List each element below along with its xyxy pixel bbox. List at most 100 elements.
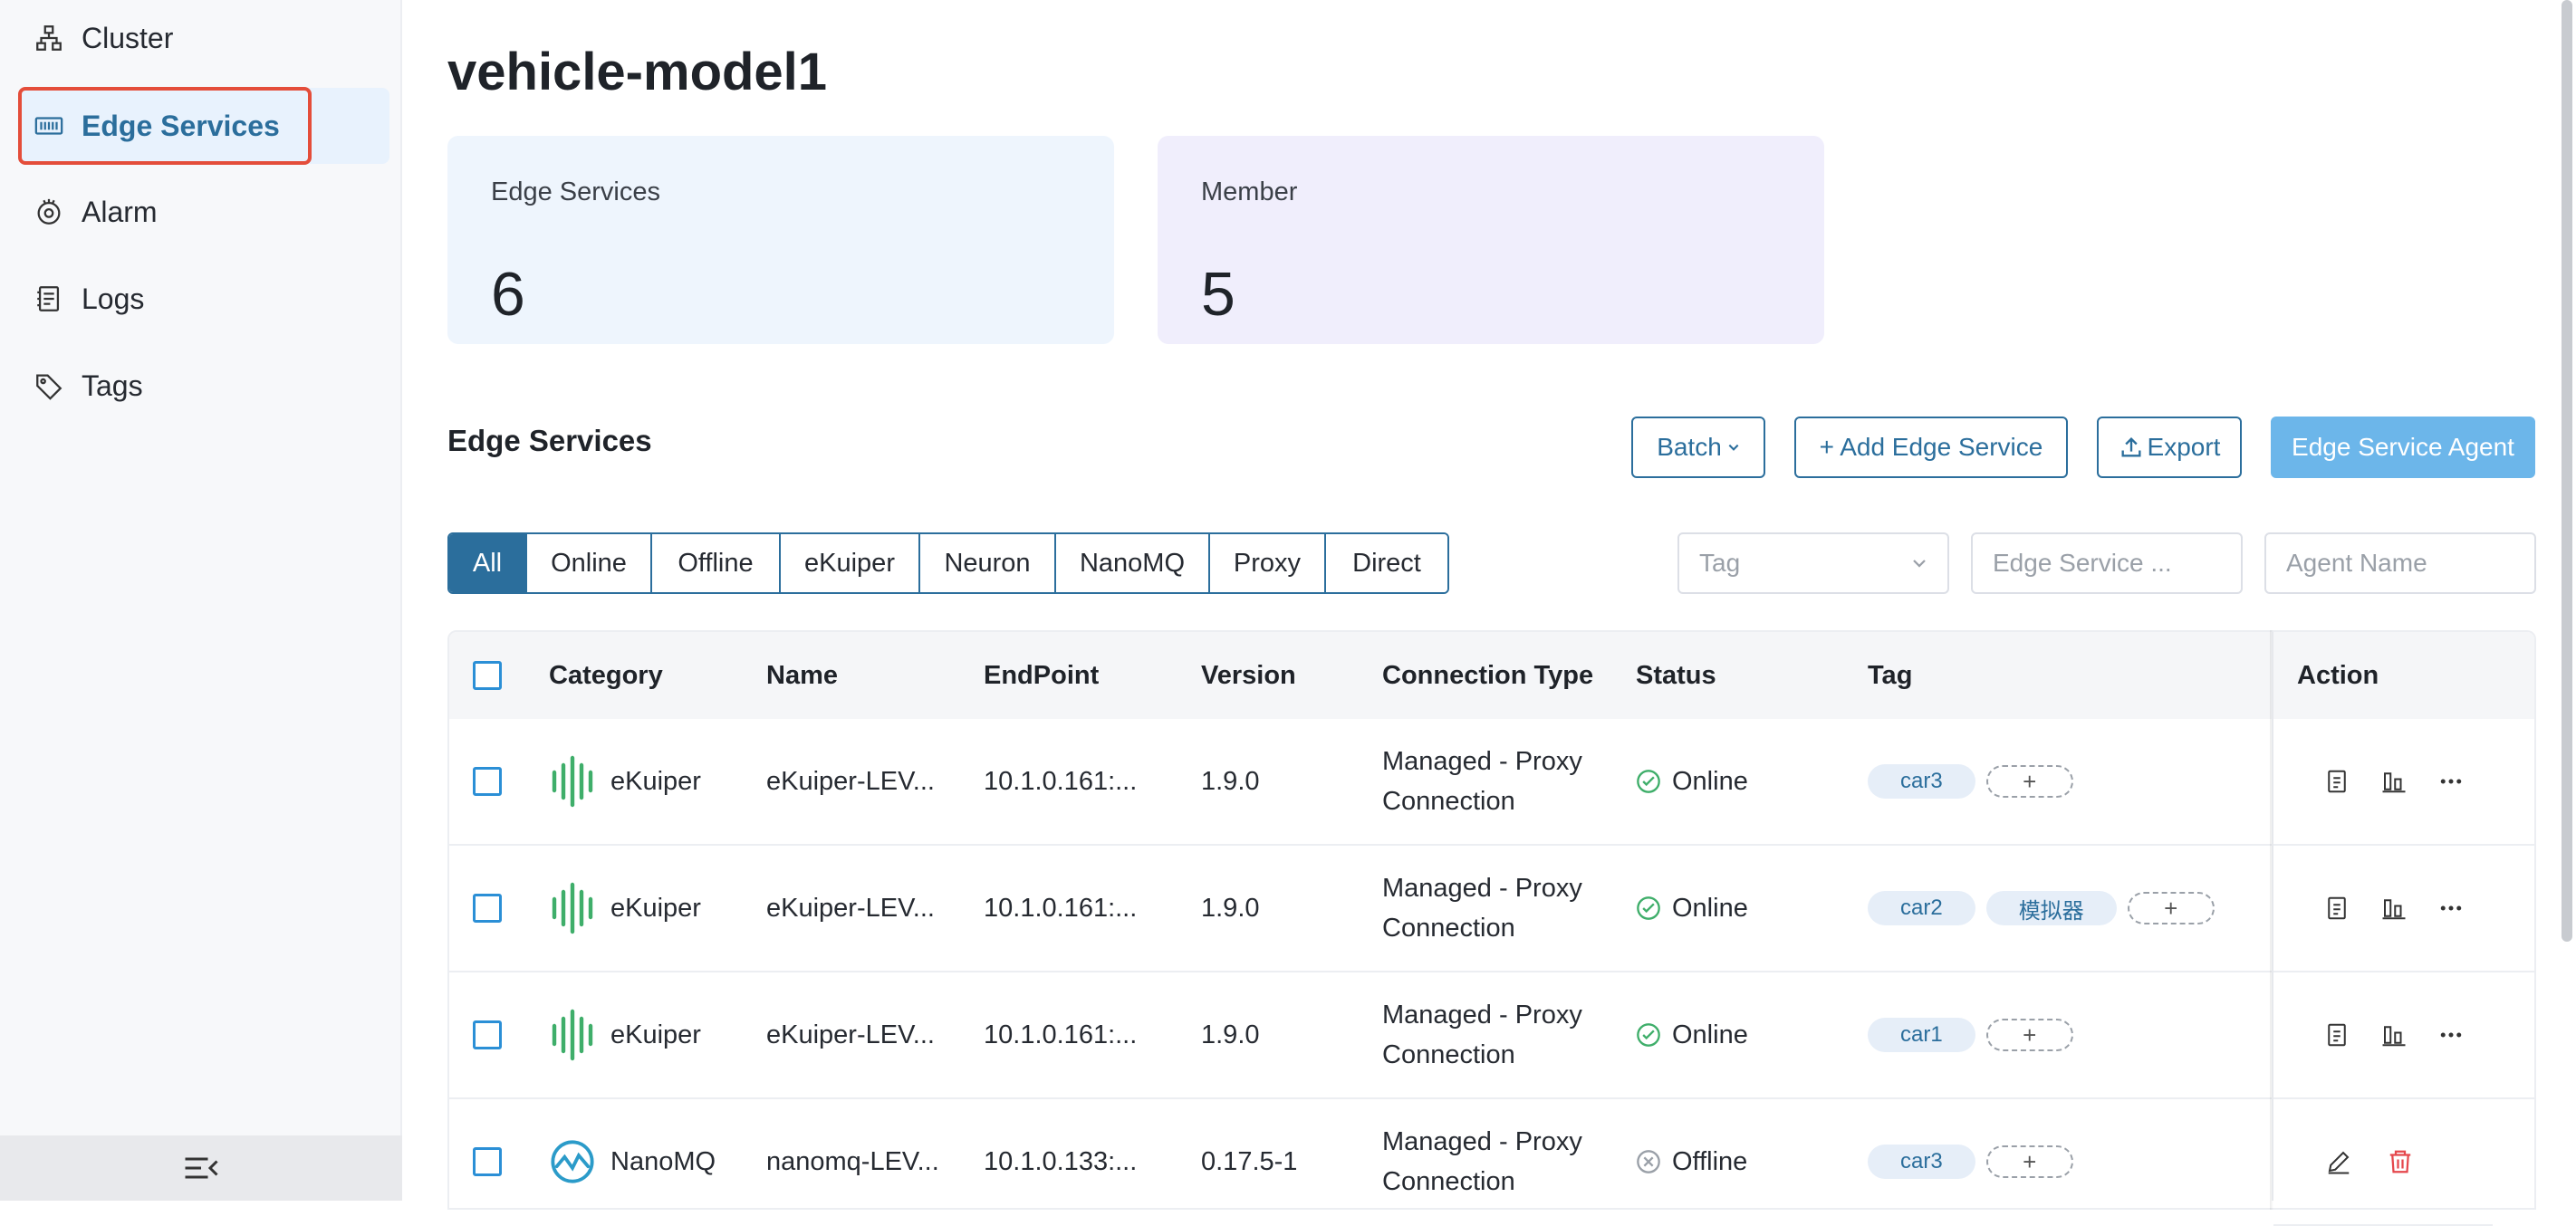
export-icon [2121,437,2141,457]
table-header: Category Name EndPoint Version Connectio… [449,632,2534,719]
sidebar-item-tags[interactable]: Tags [18,348,389,424]
column-header-action: Action [2273,632,2493,719]
sidebar-item-label: Edge Services [82,109,280,142]
tag-select-placeholder: Tag [1699,549,1741,577]
tag-chip[interactable]: car3 [1868,1145,1975,1179]
filter-tab-ekuiper[interactable]: eKuiper [781,534,920,592]
edge-service-name-input[interactable] [1993,549,2221,578]
service-name[interactable]: eKuiper-LEV... [766,972,935,1097]
filter-tab-all[interactable]: All [449,534,527,592]
add-edge-service-label: + Add Edge Service [1819,433,2043,461]
more-button[interactable] [2436,763,2467,800]
tag-select[interactable]: Tag [1677,532,1949,594]
export-label: Export [2147,433,2221,461]
connection-type-line1: Managed - Proxy [1382,747,1582,776]
bar-chart-icon [2382,1026,2406,1047]
agent-name-input[interactable] [2286,549,2514,578]
connection-type-line1: Managed - Proxy [1382,874,1582,903]
more-button[interactable] [2436,890,2467,926]
monitor-button[interactable] [2378,1017,2409,1053]
sidebar-item-edge-services[interactable]: Edge Services [18,88,389,164]
more-horizontal-icon [2441,1032,2462,1038]
trash-icon [2389,1150,2411,1173]
edge-service-name-field[interactable] [1971,532,2243,594]
tag-chip[interactable]: car3 [1868,764,1975,799]
version-text: 1.9.0 [1201,893,1260,923]
version-text: 1.9.0 [1201,766,1260,796]
monitor-button[interactable] [2378,763,2409,800]
stat-card-member: Member 5 [1158,136,1824,344]
connection-type-line2: Connection [1382,1167,1515,1196]
sidebar-collapse-button[interactable] [0,1135,402,1201]
export-button[interactable]: Export [2097,417,2242,478]
tag-chip[interactable]: 模拟器 [1985,891,2117,925]
detail-button[interactable] [2321,763,2352,800]
endpoint-text: 10.1.0.161:... [984,1020,1138,1049]
stat-card-edge-services: Edge Services 6 [447,136,1114,344]
row-checkbox[interactable] [473,1020,502,1049]
sidebar-item-logs[interactable]: Logs [18,261,389,337]
add-edge-service-button[interactable]: + Add Edge Service [1794,417,2068,478]
endpoint-text: 10.1.0.161:... [984,766,1138,796]
edge-service-agent-label: Edge Service Agent [2292,433,2514,461]
row-checkbox[interactable] [473,767,502,796]
cluster-icon [33,22,65,54]
row-actions [2273,719,2493,846]
batch-label: Batch [1657,433,1722,461]
table-row[interactable]: NanoMQ nanomq-LEV... 10.1.0.133:... 0.17… [449,1099,2534,1208]
delete-button[interactable] [2382,1144,2418,1180]
column-header-status: Status [1636,660,1716,690]
service-name[interactable]: nanomq-LEV... [766,1099,939,1208]
action-column: Action [2272,632,2493,1226]
filter-tabs: All Online Offline eKuiper Neuron NanoMQ… [447,532,1449,594]
sidebar-item-alarm[interactable]: Alarm [18,174,389,250]
table-row[interactable]: eKuiper eKuiper-LEV... 10.1.0.161:... 1.… [449,972,2534,1099]
main-content: vehicle-model1 Edge Services 6 Member 5 … [404,0,2576,1226]
table-row[interactable]: eKuiper eKuiper-LEV... 10.1.0.161:... 1.… [449,719,2534,846]
filter-tab-neuron[interactable]: Neuron [920,534,1056,592]
edit-button[interactable] [2321,1144,2357,1180]
tag-chip[interactable]: car2 [1868,891,1975,925]
select-all-checkbox[interactable] [473,661,502,690]
row-checkbox[interactable] [473,1147,502,1176]
add-tag-button[interactable]: + [1985,1145,2073,1178]
sidebar: Cluster Edge Services Alarm Logs Tags [0,0,402,1201]
add-tag-button[interactable]: + [1985,765,2073,798]
row-checkbox[interactable] [473,894,502,923]
service-name[interactable]: eKuiper-LEV... [766,846,935,971]
more-button[interactable] [2436,1017,2467,1053]
column-header-connection-type: Connection Type [1382,660,1594,690]
status-text: Offline [1672,1146,1748,1176]
batch-button[interactable]: Batch [1631,417,1765,478]
filter-tab-proxy[interactable]: Proxy [1210,534,1326,592]
add-tag-button[interactable]: + [2127,892,2215,924]
check-circle-icon [1637,1023,1660,1047]
filter-tab-online[interactable]: Online [527,534,652,592]
page-scrollbar[interactable] [2562,0,2572,942]
stat-label: Edge Services [491,177,660,206]
tag-chip[interactable]: car1 [1868,1018,1975,1052]
service-name[interactable]: eKuiper-LEV... [766,719,935,844]
detail-button[interactable] [2321,1017,2352,1053]
monitor-button[interactable] [2378,890,2409,926]
filter-tab-nanomq[interactable]: NanoMQ [1056,534,1210,592]
filter-tab-offline[interactable]: Offline [652,534,781,592]
detail-button[interactable] [2321,890,2352,926]
more-horizontal-icon [2441,779,2462,784]
agent-name-field[interactable] [2264,532,2536,594]
column-header-category: Category [549,660,663,690]
sidebar-item-cluster[interactable]: Cluster [18,0,389,76]
ekuiper-icon [552,1009,593,1061]
connection-type-line1: Managed - Proxy [1382,1001,1582,1030]
add-tag-button[interactable]: + [1985,1019,2073,1051]
bar-chart-icon [2382,772,2406,793]
table-row[interactable]: eKuiper eKuiper-LEV... 10.1.0.161:... 1.… [449,846,2534,972]
stat-value: 6 [491,260,525,329]
edge-service-agent-button[interactable]: Edge Service Agent [2271,417,2535,478]
logs-icon [33,283,65,315]
category-text: eKuiper [610,1020,701,1049]
connection-type-line2: Connection [1382,914,1515,943]
status-text: Online [1672,893,1748,923]
column-header-tag: Tag [1868,660,1913,690]
filter-tab-direct[interactable]: Direct [1326,534,1447,592]
